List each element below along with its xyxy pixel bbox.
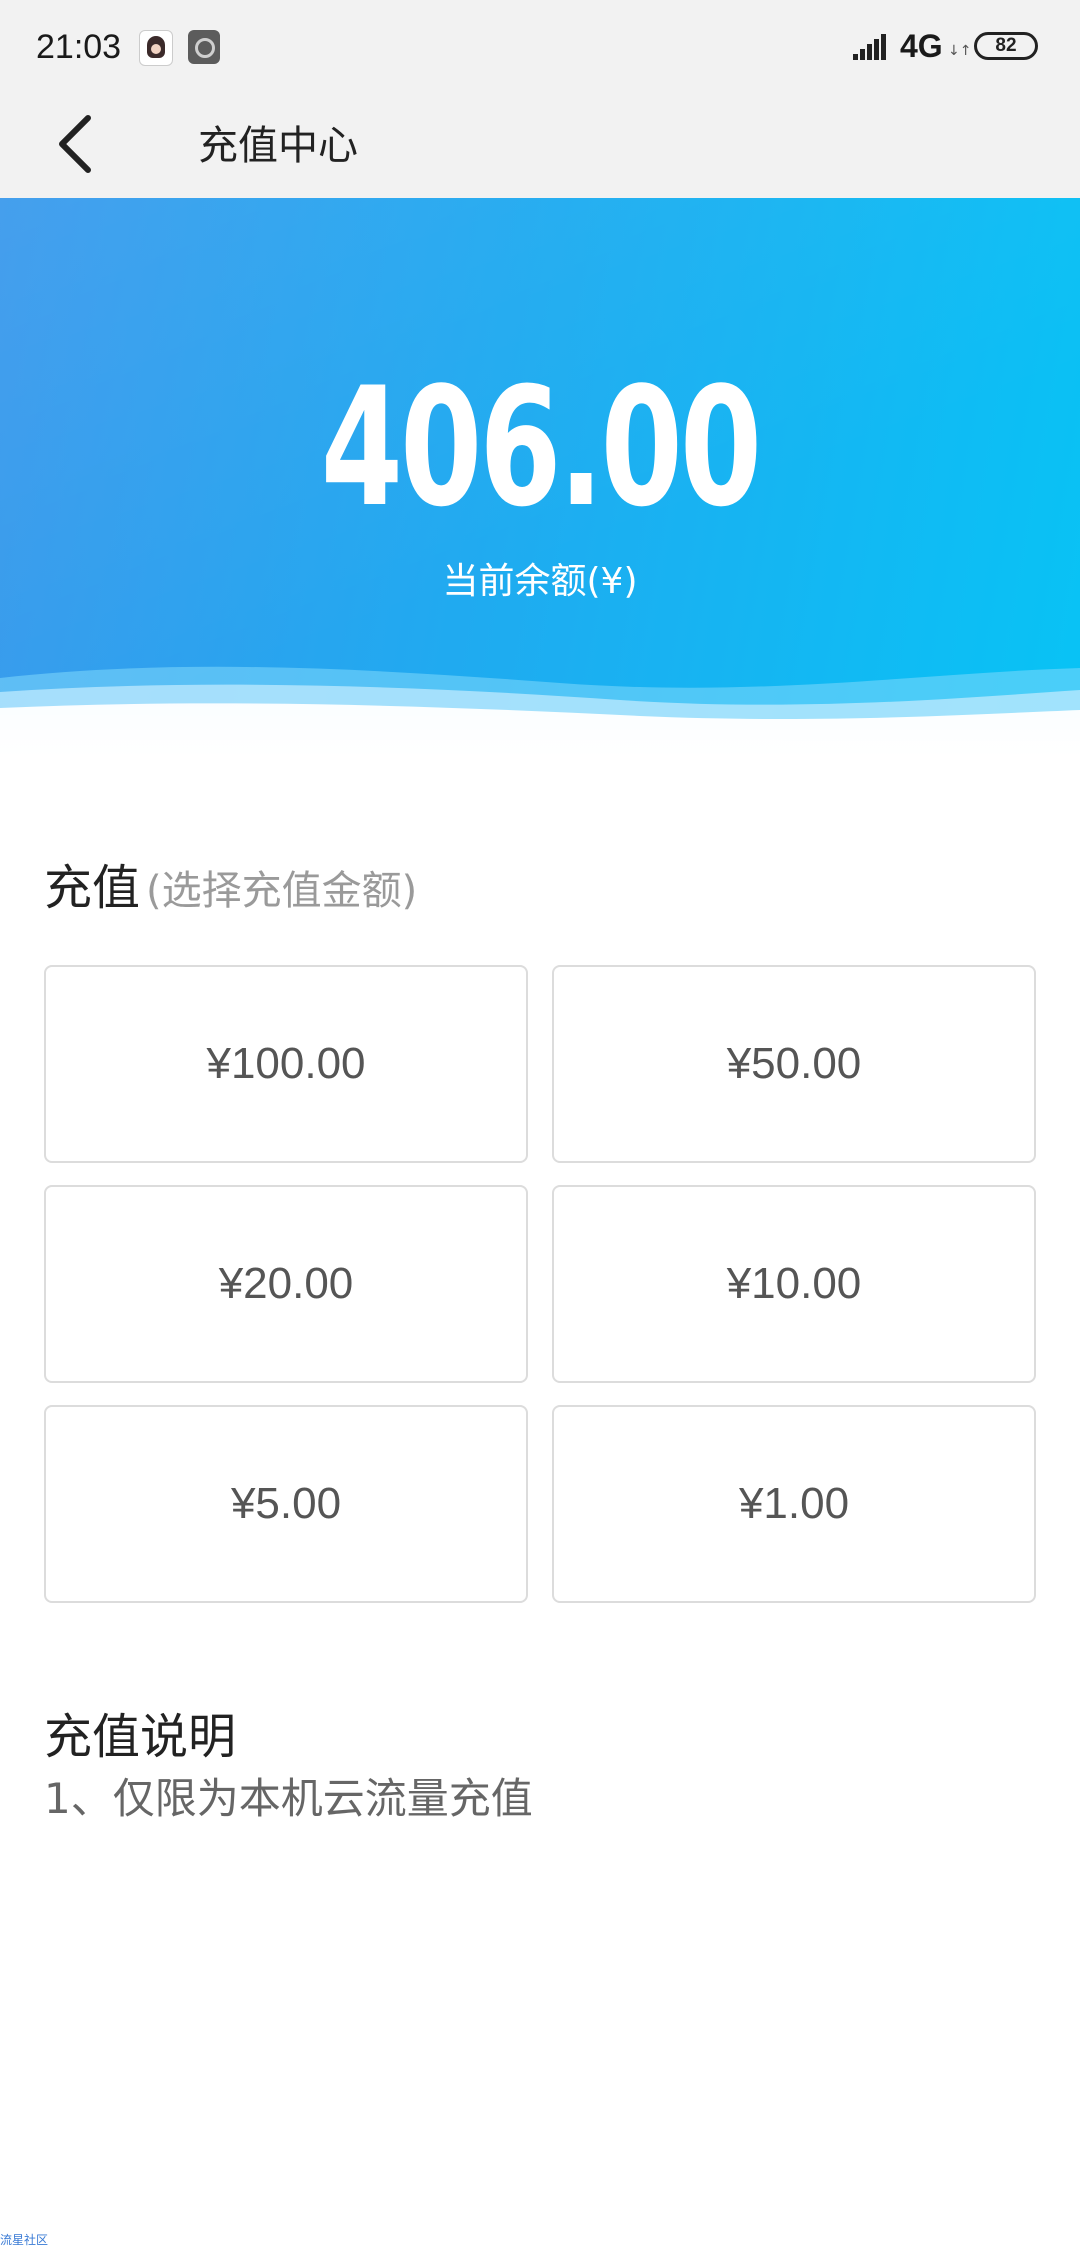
signal-strength-icon [853,34,886,60]
recharge-note-line: 1、仅限为本机云流量充值 [44,1774,533,1823]
recharge-title: 充值 [44,860,141,916]
amount-option-20[interactable]: ¥20.00 [44,1185,528,1383]
balance-banner: 406.00 当前余额(¥) [0,198,1080,758]
battery-icon: 82 [974,32,1038,60]
battery-level: 82 [995,35,1017,56]
recharge-hint: (选择充值金额) [146,868,418,914]
back-button[interactable] [40,104,120,184]
data-activity-icon: ↓↑ [948,43,972,59]
page-title: 充值中心 [198,123,358,169]
amount-option-1[interactable]: ¥1.00 [552,1405,1036,1603]
recharge-notes-title: 充值说明 [44,1709,237,1765]
wave-decoration [0,666,1080,758]
recharge-section-title: 充值 (选择充值金额) [44,858,417,929]
status-bar: 21:03 4G ↓↑ 82 [0,0,1080,94]
amount-option-5[interactable]: ¥5.00 [44,1405,528,1603]
balance-amount: 406.00 [320,352,762,543]
status-time: 21:03 [36,28,122,66]
app-notification-icon [139,30,173,66]
amount-option-label: ¥100.00 [206,1039,366,1088]
chevron-left-icon [59,115,91,173]
amount-option-50[interactable]: ¥50.00 [552,965,1036,1163]
amount-option-label: ¥50.00 [726,1039,862,1088]
amount-option-label: ¥1.00 [738,1479,850,1528]
balance-label: 当前余额(¥) [442,561,638,602]
amount-option-100[interactable]: ¥100.00 [44,965,528,1163]
amount-options: ¥100.00 ¥50.00 ¥20.00 ¥10.00 ¥5.00 ¥1.00 [44,965,1036,1603]
amount-option-label: ¥5.00 [230,1479,342,1528]
app-header: 充值中心 [0,94,1080,198]
amount-option-label: ¥10.00 [726,1259,862,1308]
app-notification-icon [188,30,220,64]
amount-option-label: ¥20.00 [218,1259,354,1308]
watermark: 流星社区 [0,2233,49,2247]
amount-option-10[interactable]: ¥10.00 [552,1185,1036,1383]
network-type: 4G [900,28,943,64]
